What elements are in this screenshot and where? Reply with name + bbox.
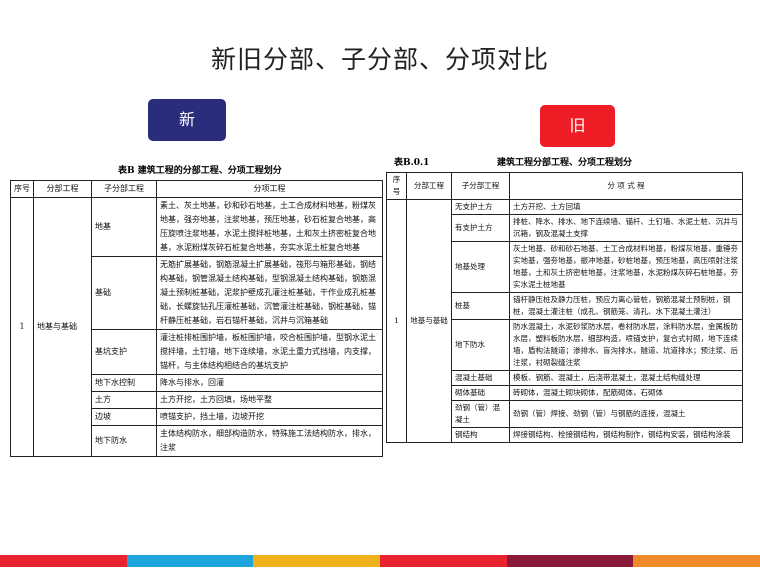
items-cell: 排桩、降水、排水、地下连续墙、锚杆、土钉墙、水泥土桩、沉井与沉箱，钢及混凝土支撑 [509,214,743,242]
division-cell: 地基与基础 [406,199,452,443]
items-cell: 锚杆静压桩及静力压桩，预应力离心管桩，钢筋混凝土预制桩，钢桩，混凝土灌注桩（成孔… [509,292,743,320]
subdivision-cell: 混凝土基础 [451,370,510,386]
subdivision-cell: 砌体基础 [451,385,510,401]
items-cell: 喷锚支护，挡土墙，边坡开挖 [156,408,383,426]
table-header-row: 序号 分部工程 子分部工程 分项工程 [10,180,383,198]
table-row: 1 地基与基础 地基 素土、灰土地基，砂和砂石地基，土工合成材料地基，粉煤灰地基… [10,197,383,457]
color-segment [0,555,127,567]
seq-cell: 1 [10,197,34,457]
header-seq: 序号 [10,180,34,198]
old-standard-table: 序号 分部工程 子分部工程 分 项 式 程 1 地基与基础 无支护土方 土方开挖… [386,172,743,443]
old-table-caption-number: 表B.0.1 [394,158,430,168]
subdivision-cell: 桩基 [451,292,510,320]
items-cell: 土方开挖，土方回填，场地平整 [156,391,383,409]
new-standard-table: 序号 分部工程 子分部工程 分项工程 1 地基与基础 地基 素土、灰土地基，砂和… [10,180,383,457]
subdivision-cell: 有支护土方 [451,214,510,242]
subdivision-cell: 地基 [91,197,157,257]
table-row: 1 地基与基础 无支护土方 土方开挖、土方回填 [386,199,743,443]
color-segment [126,555,254,567]
subdivision-cell: 地下防水 [91,425,157,457]
division-cell: 地基与基础 [33,197,92,457]
subdivision-cell: 边坡 [91,408,157,426]
header-subdivision: 子分部工程 [91,180,157,198]
items-cell: 素土、灰土地基，砂和砂石地基，土工合成材料地基，粉煤灰地基，强夯地基，注浆地基，… [156,197,383,257]
color-segment [633,555,760,567]
items-cell: 无筋扩展基础，钢筋混凝土扩展基础，筏形与箱形基础，钢结构基础，钢管混凝土结构基础… [156,256,383,330]
bottom-color-bar [0,555,760,567]
header-division: 分部工程 [33,180,92,198]
header-seq: 序号 [386,172,407,200]
subdivision-cell: 地基处理 [451,241,510,293]
new-badge: 新 [148,99,226,141]
header-items: 分项工程 [156,180,383,198]
header-subdivision: 子分部工程 [451,172,510,200]
items-cell: 主体结构防水，细部构造防水，特殊施工法结构防水，排水，注浆 [156,425,383,457]
color-segment [506,555,634,567]
items-cell: 劲钢（管）焊接、劲钢（管）与钢筋的连接，混凝土 [509,400,743,428]
items-cell: 模板、钢筋、混凝土，后浇带混凝土，混凝土结构缝处理 [509,370,743,386]
subdivision-cell: 基坑支护 [91,329,157,375]
items-cell: 土方开挖、土方回填 [509,199,743,215]
subdivision-cell: 劲钢（管）混凝土 [451,400,510,428]
items-cell: 灌注桩排桩围护墙，板桩围护墙，咬合桩围护墙，型钢水泥土搅拌墙，土钉墙，地下连续墙… [156,329,383,375]
subdivision-cell: 基础 [91,256,157,330]
color-segment [253,555,381,567]
seq-cell: 1 [386,199,407,443]
old-badge: 旧 [540,105,615,147]
items-cell: 防水混凝土，水泥砂浆防水层，卷材防水层，涂料防水层，金属板防水层，塑料板防水层，… [509,319,743,371]
subdivision-cell: 地下水控制 [91,374,157,392]
subdivision-cell: 土方 [91,391,157,409]
header-division: 分部工程 [406,172,452,200]
items-cell: 砖砌体，混凝土砌块砌体，配筋砌体，石砌体 [509,385,743,401]
color-segment [380,555,507,567]
items-cell: 降水与排水，回灌 [156,374,383,392]
subdivision-cell: 无支护土方 [451,199,510,215]
items-cell: 灰土地基、砂和砂石地基、土工合成材料地基，粉煤灰地基，重锤夯实地基，强夯地基，振… [509,241,743,293]
slide-title: 新旧分部、子分部、分项对比 [210,45,549,74]
header-items: 分 项 式 程 [509,172,743,200]
table-header-row: 序号 分部工程 子分部工程 分 项 式 程 [386,172,743,200]
items-cell: 焊接钢结构、栓接钢结构，钢结构制作，钢结构安装，钢结构涂装 [509,427,743,443]
subdivision-cell: 地下防水 [451,319,510,371]
new-table-caption: 表B 建筑工程的分部工程、分项工程划分 [118,166,282,176]
old-table-caption: 建筑工程分部工程、分项工程划分 [497,158,633,168]
subdivision-cell: 钢结构 [451,427,510,443]
